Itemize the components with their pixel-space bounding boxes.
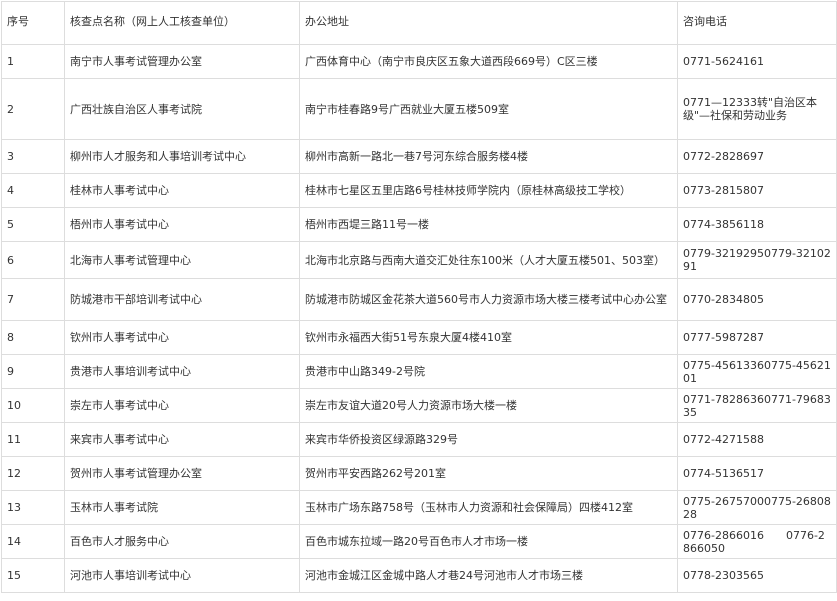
table-row: 14 百色市人才服务中心 百色市城东拉域一路20号百色市人才市场一楼 0776-… [1,524,837,559]
table-row: 8 钦州市人事考试中心 钦州市永福西大街51号东泉大厦4楼410室 0777-5… [1,320,837,355]
phone-number: 0774-3856118 [677,207,837,242]
phone-number: 0778-2303565 [677,558,837,593]
center-name: 贺州市人事考试管理办公室 [64,456,300,491]
office-address: 崇左市友谊大道20号人力资源市场大楼一楼 [299,388,678,423]
office-address: 百色市城东拉域一路20号百色市人才市场一楼 [299,524,678,559]
phone-number: 0771-5624161 [677,44,837,79]
center-name: 贵港市人事培训考试中心 [64,354,300,389]
office-address: 来宾市华侨投资区绿源路329号 [299,422,678,457]
office-address: 桂林市七星区五里店路6号桂林技师学院内（原桂林高级技工学校） [299,173,678,208]
office-address: 南宁市桂春路9号广西就业大厦五楼509室 [299,78,678,140]
table-row: 5 梧州市人事考试中心 梧州市西堤三路11号一楼 0774-3856118 [1,207,837,242]
center-name: 河池市人事培训考试中心 [64,558,300,593]
row-index: 9 [1,354,65,389]
header-row: 序号 核查点名称（网上人工核查单位） 办公地址 咨询电话 [1,1,837,45]
table-row: 9 贵港市人事培训考试中心 贵港市中山路349-2号院 0775-4561336… [1,354,837,389]
center-name: 北海市人事考试管理中心 [64,241,300,279]
office-address: 防城港市防城区金花茶大道560号市人力资源市场大楼三楼考试中心办公室 [299,278,678,321]
table-row: 4 桂林市人事考试中心 桂林市七星区五里店路6号桂林技师学院内（原桂林高级技工学… [1,173,837,208]
table-row: 6 北海市人事考试管理中心 北海市北京路与西南大道交汇处往东100米（人才大厦五… [1,241,837,279]
office-address: 北海市北京路与西南大道交汇处往东100米（人才大厦五楼501、503室） [299,241,678,279]
row-index: 6 [1,241,65,279]
col-header-index: 序号 [1,1,65,45]
phone-number: 0771—12333转"自治区本级"—社保和劳动业务 [677,78,837,140]
exam-centers-table: 序号 核查点名称（网上人工核查单位） 办公地址 咨询电话 1 南宁市人事考试管理… [1,1,837,593]
phone-number: 0777-5987287 [677,320,837,355]
col-header-center-name: 核查点名称（网上人工核查单位） [64,1,300,45]
center-name: 百色市人才服务中心 [64,524,300,559]
table-row: 12 贺州市人事考试管理办公室 贺州市平安西路262号201室 0774-513… [1,456,837,491]
table-row: 2 广西壮族自治区人事考试院 南宁市桂春路9号广西就业大厦五楼509室 0771… [1,78,837,140]
phone-number: 0779-32192950779-3210291 [677,241,837,279]
phone-number: 0775-45613360775-4562101 [677,354,837,389]
row-index: 11 [1,422,65,457]
phone-number: 0774-5136517 [677,456,837,491]
row-index: 4 [1,173,65,208]
center-name: 防城港市干部培训考试中心 [64,278,300,321]
center-name: 来宾市人事考试中心 [64,422,300,457]
center-name: 梧州市人事考试中心 [64,207,300,242]
col-header-phone: 咨询电话 [677,1,837,45]
office-address: 河池市金城江区金城中路人才巷24号河池市人才市场三楼 [299,558,678,593]
office-address: 广西体育中心（南宁市良庆区五象大道西段669号）C区三楼 [299,44,678,79]
center-name: 南宁市人事考试管理办公室 [64,44,300,79]
row-index: 1 [1,44,65,79]
table-row: 1 南宁市人事考试管理办公室 广西体育中心（南宁市良庆区五象大道西段669号）C… [1,44,837,79]
row-index: 7 [1,278,65,321]
table-row: 7 防城港市干部培训考试中心 防城港市防城区金花茶大道560号市人力资源市场大楼… [1,278,837,321]
row-index: 5 [1,207,65,242]
table-row: 11 来宾市人事考试中心 来宾市华侨投资区绿源路329号 0772-427158… [1,422,837,457]
table-row: 13 玉林市人事考试院 玉林市广场东路758号（玉林市人力资源和社会保障局）四楼… [1,490,837,525]
phone-number: 0772-2828697 [677,139,837,174]
col-header-address: 办公地址 [299,1,678,45]
phone-number: 0776-2866016 0776-2866050 [677,524,837,559]
row-index: 13 [1,490,65,525]
office-address: 梧州市西堤三路11号一楼 [299,207,678,242]
office-address: 贵港市中山路349-2号院 [299,354,678,389]
table-row: 10 崇左市人事考试中心 崇左市友谊大道20号人力资源市场大楼一楼 0771-7… [1,388,837,423]
row-index: 3 [1,139,65,174]
office-address: 钦州市永福西大街51号东泉大厦4楼410室 [299,320,678,355]
center-name: 崇左市人事考试中心 [64,388,300,423]
phone-number: 0775-26757000775-2680828 [677,490,837,525]
row-index: 2 [1,78,65,140]
row-index: 12 [1,456,65,491]
office-address: 贺州市平安西路262号201室 [299,456,678,491]
row-index: 14 [1,524,65,559]
phone-number: 0772-4271588 [677,422,837,457]
row-index: 10 [1,388,65,423]
center-name: 广西壮族自治区人事考试院 [64,78,300,140]
phone-number: 0773-2815807 [677,173,837,208]
center-name: 玉林市人事考试院 [64,490,300,525]
phone-number: 0770-2834805 [677,278,837,321]
table-row: 15 河池市人事培训考试中心 河池市金城江区金城中路人才巷24号河池市人才市场三… [1,558,837,593]
office-address: 玉林市广场东路758号（玉林市人力资源和社会保障局）四楼412室 [299,490,678,525]
phone-number: 0771-78286360771-7968335 [677,388,837,423]
table-row: 3 柳州市人才服务和人事培训考试中心 柳州市高新一路北一巷7号河东综合服务楼4楼… [1,139,837,174]
row-index: 8 [1,320,65,355]
center-name: 钦州市人事考试中心 [64,320,300,355]
center-name: 柳州市人才服务和人事培训考试中心 [64,139,300,174]
center-name: 桂林市人事考试中心 [64,173,300,208]
office-address: 柳州市高新一路北一巷7号河东综合服务楼4楼 [299,139,678,174]
row-index: 15 [1,558,65,593]
